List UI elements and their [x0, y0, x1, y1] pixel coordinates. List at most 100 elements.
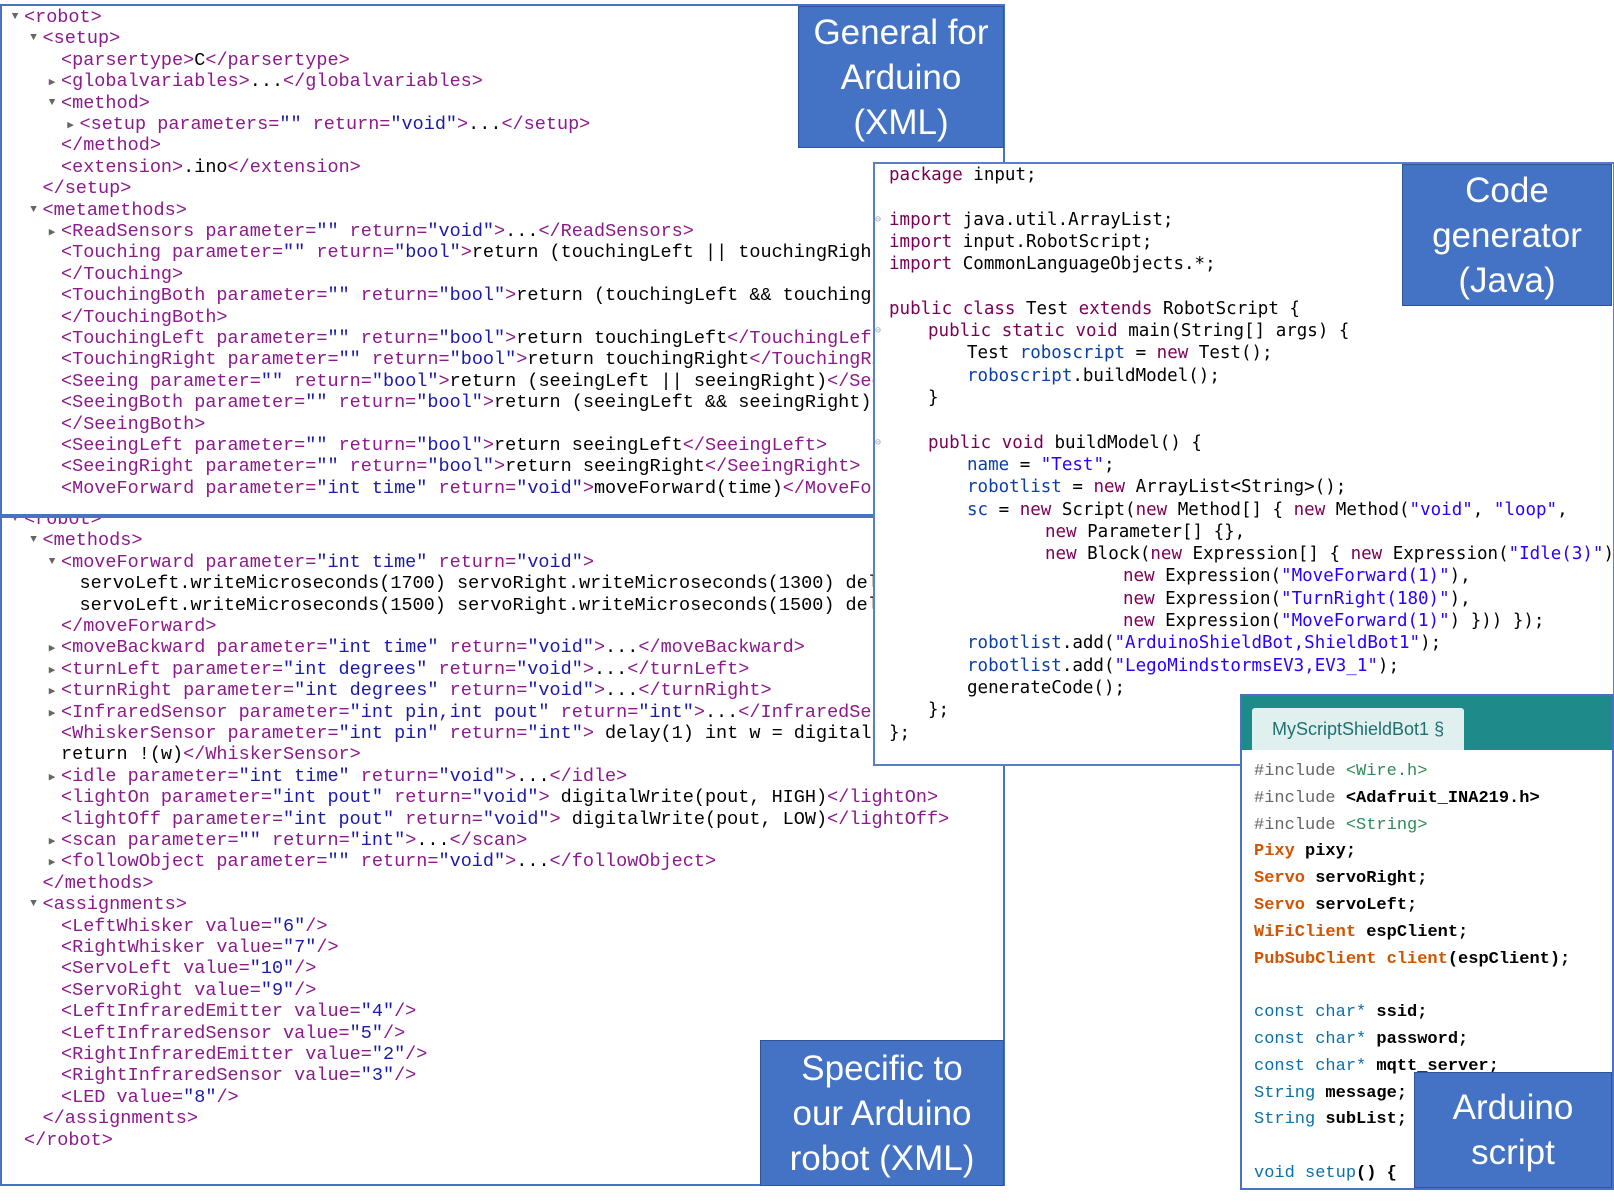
code-token: >	[593, 680, 606, 702]
code-token: ""	[327, 285, 350, 307]
code-token: </lightOn>	[827, 787, 939, 809]
code-token: digitalWrite(pout, LOW)	[560, 808, 828, 830]
code-token: import	[889, 209, 953, 230]
expand-closed-icon[interactable]: ▶	[45, 834, 59, 848]
code-token: Expression(	[1154, 566, 1282, 587]
code-token: >	[693, 701, 705, 723]
code-token: import	[889, 254, 953, 275]
code-token: <TouchingLeft	[61, 328, 206, 349]
code-token: <SeeingRight	[61, 456, 195, 478]
java-code-line: Test roboscript = new Test();	[967, 342, 1273, 365]
code-token: </followObject>	[549, 851, 717, 873]
fold-toggle-icon[interactable]: ⊖	[875, 437, 881, 449]
xml-line: <SeeingBoth parameter="" return="bool">r…	[61, 392, 872, 414]
code-token: >	[482, 392, 495, 414]
code-token: "int time"	[316, 551, 428, 573]
expand-open-icon[interactable]: ▼	[27, 534, 41, 546]
code-token: <lightOff	[61, 808, 161, 830]
code-token: };	[889, 722, 911, 743]
java-code-line: new Parameter[] {},	[1045, 521, 1245, 544]
expand-closed-icon[interactable]: ▶	[45, 75, 59, 89]
code-token: </lightOff>	[827, 808, 950, 830]
code-token: value=	[194, 915, 272, 937]
expand-open-icon[interactable]: ▼	[27, 32, 41, 44]
fold-toggle-icon[interactable]: ⊖	[875, 214, 881, 226]
code-token: return=	[349, 285, 439, 307]
code-token: />	[405, 1044, 428, 1065]
code-token: >	[593, 637, 606, 659]
code-token: parameter=	[205, 328, 328, 349]
code-token: new	[1350, 544, 1383, 565]
code-token: String	[1254, 1110, 1316, 1130]
code-token: <MoveForward	[61, 477, 195, 499]
code-token: >	[482, 435, 495, 456]
code-token: #include	[1254, 788, 1346, 808]
label-line: (Java)	[1458, 260, 1556, 300]
code-token: ""	[283, 242, 306, 264]
xml-line: servoLeft.writeMicroseconds(1500) servoR…	[80, 595, 935, 617]
code-token: =	[1125, 343, 1157, 364]
code-token: <metamethods>	[42, 199, 187, 221]
code-token: "bool"	[371, 370, 439, 392]
java-code-line: roboscript.buildModel();	[967, 365, 1220, 388]
expand-open-icon[interactable]: ▼	[27, 204, 41, 216]
code-token: parameter=	[205, 851, 328, 873]
code-token: <moveBackward	[61, 637, 206, 659]
code-token: ""	[316, 221, 339, 242]
expand-closed-icon[interactable]: ▶	[45, 225, 59, 239]
expand-open-icon[interactable]: ▼	[45, 556, 59, 568]
expand-closed-icon[interactable]: ▶	[45, 684, 59, 698]
java-code-line: robotlist.add("LegoMindstormsEV3,EV3_1")…	[967, 655, 1399, 678]
code-token: () {	[1356, 1164, 1397, 1183]
code-token: <moveForward	[61, 551, 195, 573]
code-token: return (seeingLeft && seeingRight)	[494, 392, 872, 414]
code-token: parameter=	[205, 285, 328, 307]
code-token: "bool"	[394, 242, 461, 264]
code-token: </Touching>	[61, 263, 184, 285]
expand-closed-icon[interactable]: ▶	[45, 706, 59, 720]
expand-closed-icon[interactable]: ▶	[45, 641, 59, 655]
code-token: </SeeingBoth>	[61, 413, 206, 435]
code-token: parameter=	[216, 349, 339, 371]
code-token: parameter=	[194, 221, 317, 242]
expand-open-icon[interactable]: ▼	[45, 97, 59, 109]
fold-toggle-icon[interactable]: ⊖	[875, 325, 881, 337]
code-token: </setup>	[501, 114, 591, 135]
xml-line: <robot>	[24, 518, 102, 531]
code-token: parameter=	[216, 723, 339, 744]
java-code-line: sc = new Script(new Method[] { new Metho…	[967, 499, 1568, 522]
code-token: main(String[] args) {	[1117, 321, 1350, 342]
expand-open-icon[interactable]: ▼	[8, 11, 22, 23]
code-token: new	[1135, 499, 1168, 520]
label-code-generator: Code generator (Java)	[1402, 164, 1612, 306]
code-token: subList;	[1315, 1110, 1408, 1130]
code-token: ArrayList<String>();	[1125, 477, 1347, 498]
code-token: ;	[1103, 454, 1115, 475]
code-token: import	[889, 231, 953, 252]
arduino-code-line: const char* password;	[1254, 1026, 1468, 1053]
code-token: "void"	[527, 680, 594, 702]
code-token: digitalWrite(pout, HIGH)	[549, 787, 828, 809]
expand-open-icon[interactable]: ▼	[8, 518, 22, 525]
code-token: ),	[1449, 566, 1471, 587]
xml-line: <moveBackward parameter="int time" retur…	[61, 637, 805, 659]
expand-open-icon[interactable]: ▼	[27, 898, 41, 910]
expand-closed-icon[interactable]: ▶	[45, 770, 59, 784]
code-token: />	[394, 1065, 417, 1087]
editor-tab[interactable]: MyScriptShieldBot1 §	[1252, 708, 1465, 750]
label-line: our Arduino	[792, 1093, 972, 1133]
expand-closed-icon[interactable]: ▶	[45, 663, 59, 677]
expand-closed-icon[interactable]: ▶	[45, 855, 59, 869]
code-token: parameter=	[194, 456, 317, 478]
expand-closed-icon[interactable]: ▶	[64, 118, 78, 132]
code-token: </moveBackward>	[638, 637, 805, 659]
code-token: "int degrees"	[294, 680, 439, 702]
code-token: </parsertype>	[205, 49, 350, 71]
code-token: <setup>	[42, 28, 121, 50]
code-token: </SeeingLeft>	[682, 435, 828, 456]
code-token: parameter=	[116, 830, 239, 851]
code-token: "bool"	[438, 328, 506, 349]
code-token: Expression(	[1382, 544, 1509, 565]
code-token: =	[1009, 454, 1041, 475]
code-token: ""	[238, 830, 261, 851]
